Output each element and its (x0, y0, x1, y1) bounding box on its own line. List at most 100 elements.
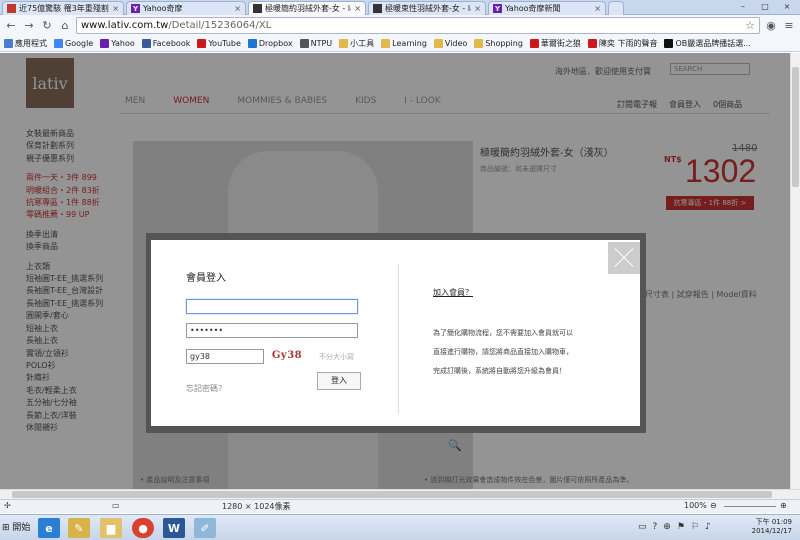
close-icon[interactable] (608, 242, 640, 274)
new-tab-button[interactable] (608, 1, 624, 15)
browser-tab[interactable]: Y Yahoo奇摩新聞 × (488, 1, 606, 15)
clock-date: 2014/12/17 (751, 527, 792, 535)
login-title: 會員登入 (186, 273, 226, 284)
help-icon[interactable]: ? (653, 522, 658, 532)
folder-icon (433, 39, 443, 48)
tab-close-icon[interactable]: × (112, 4, 119, 13)
zoom-level: 100% (684, 501, 707, 510)
bookmark-item[interactable]: NTPU (299, 39, 332, 48)
word-icon[interactable]: W (163, 518, 185, 538)
forward-arrow-icon[interactable]: → (22, 19, 36, 33)
facebook-icon (141, 39, 151, 48)
start-button[interactable]: ⊞ 開始 (2, 520, 30, 533)
zoom-in-icon[interactable]: ⊕ (780, 501, 787, 510)
bookmark-item[interactable]: OB嚴選品牌播話選... (664, 38, 751, 49)
chrome-icon[interactable]: ● (132, 518, 154, 538)
tab-favicon-icon (7, 4, 16, 13)
tab-close-icon[interactable]: × (234, 4, 241, 13)
captcha-input[interactable]: gy38 (186, 349, 264, 364)
ob-icon (664, 39, 674, 48)
bookmark-item[interactable]: Facebook (141, 39, 190, 48)
horizontal-scrollbar[interactable] (0, 489, 800, 499)
apps-icon (4, 39, 13, 48)
lativ-favicon-icon (373, 4, 382, 13)
flag-icon[interactable]: ⚑ (677, 522, 685, 532)
dropbox-icon (247, 39, 257, 48)
bookmark-item[interactable]: 小工具 (339, 38, 374, 49)
email-field[interactable] (186, 299, 358, 314)
bookmark-item[interactable]: 華爾街之狼 (529, 38, 581, 49)
folder-icon (339, 39, 349, 48)
bookmark-item[interactable]: Yahoo (100, 39, 135, 48)
windows-taskbar: ⊞ 開始 e ✎ ▆ ● W ✐ ▭ ? ⊕ ⚑ ⚐ ♪ 下午 01:09 20… (0, 514, 800, 540)
bookmark-item[interactable]: Video (433, 39, 467, 48)
ie-icon[interactable]: e (38, 518, 60, 538)
keyboard-icon[interactable]: ▭ (638, 522, 647, 532)
modal-divider (398, 264, 399, 414)
browser-tab[interactable]: Y Yahoo奇摩 × (126, 1, 246, 15)
vertical-scrollbar[interactable] (790, 53, 800, 489)
scroll-thumb[interactable] (12, 491, 772, 498)
bookmark-star-icon[interactable]: ☆ (745, 19, 755, 32)
tab-close-icon[interactable]: × (354, 4, 361, 13)
youtube-icon (587, 39, 597, 48)
maximize-icon[interactable]: □ (754, 1, 776, 13)
lativ-favicon-icon (253, 4, 262, 13)
folder-icon (474, 39, 484, 48)
bookmark-item[interactable]: Shopping (474, 39, 523, 48)
extension-eye-icon[interactable]: ◉ (764, 19, 778, 33)
clock-time: 下午 01:09 (755, 518, 792, 526)
browser-tab-active[interactable]: 極暖簡約羽絨外套-女 - lat × (248, 1, 366, 15)
zoom-out-icon[interactable]: ⊖ (710, 501, 717, 510)
folder-icon (381, 39, 391, 48)
page-viewport: lativ 海外地區．歡迎使用支付寶 SEARCH MEN WOMEN MOMM… (0, 53, 790, 489)
join-member-link[interactable]: 加入會員？ (433, 287, 473, 298)
back-arrow-icon[interactable]: ← (4, 19, 18, 33)
flag-icon[interactable]: ⚐ (691, 522, 699, 532)
youtube-icon (197, 39, 207, 48)
browser-toolbar: ← → ↻ ⌂ www.lativ.com.tw/Detail/15236064… (0, 15, 800, 36)
close-window-icon[interactable]: × (776, 1, 798, 13)
network-icon[interactable]: ⊕ (663, 522, 671, 532)
pen-tool-icon[interactable]: ✎ (68, 518, 90, 538)
google-icon (54, 39, 63, 48)
paint-icon[interactable]: ✐ (194, 518, 216, 538)
frame-icon: ▭ (112, 501, 120, 510)
yahoo-icon (100, 39, 110, 48)
taskbar-clock[interactable]: 下午 01:09 2014/12/17 (736, 518, 792, 536)
bookmark-item[interactable]: Learning (381, 39, 427, 48)
reload-icon[interactable]: ↻ (40, 19, 54, 33)
home-icon[interactable]: ⌂ (58, 19, 72, 33)
login-button[interactable]: 登入 (317, 372, 361, 390)
browser-tab[interactable]: 近75億驚駭 罹3年重殘割... × (2, 1, 124, 15)
url-host: www.lativ.com.tw (81, 20, 169, 31)
bookmark-item[interactable]: 陳奕 下雨的聲音 (587, 38, 657, 49)
join-info-line: 完成訂購後，系統將自動將您升級為會員！ (433, 367, 566, 375)
login-modal: 會員登入 ••••••• gy38 Gy38 不分大小寫 忘記密碼？ 登入 加入… (151, 240, 640, 426)
bookmark-item[interactable]: Dropbox (247, 39, 293, 48)
captcha-image[interactable]: Gy38 (269, 348, 305, 364)
status-bar: ✢ ▭ 1280 × 1024像素 100% ⊖ ⊕ (0, 499, 800, 513)
bookmark-item[interactable]: YouTube (197, 39, 241, 48)
menu-icon[interactable]: ≡ (782, 19, 796, 33)
folder-icon[interactable]: ▆ (100, 518, 122, 538)
browser-tab[interactable]: 極暖束性羽絨外套-女 - la × (368, 1, 486, 15)
tab-strip: 近75億驚駭 罹3年重殘割... × Y Yahoo奇摩 × 極暖簡約羽絨外套-… (0, 0, 800, 15)
minimize-icon[interactable]: – (732, 1, 754, 13)
zoom-slider[interactable] (724, 506, 776, 507)
window-controls: – □ × (732, 1, 798, 13)
bookmark-item[interactable]: 應用程式 (4, 38, 47, 49)
login-modal-frame: 會員登入 ••••••• gy38 Gy38 不分大小寫 忘記密碼？ 登入 加入… (146, 233, 646, 433)
scroll-thumb[interactable] (792, 67, 799, 187)
image-size: 1280 × 1024像素 (222, 502, 291, 511)
tab-close-icon[interactable]: × (594, 4, 601, 13)
password-field[interactable]: ••••••• (186, 323, 358, 338)
bookmark-item[interactable]: Google (54, 39, 93, 48)
join-info-line: 直接進行購物，請您將商品直接加入購物車， (433, 348, 573, 356)
forgot-password-link[interactable]: 忘記密碼？ (186, 383, 226, 394)
windows-logo-icon: ⊞ (2, 523, 10, 533)
tab-close-icon[interactable]: × (474, 4, 481, 13)
volume-icon[interactable]: ♪ (705, 522, 711, 532)
address-bar[interactable]: www.lativ.com.tw/Detail/15236064/XL ☆ (76, 17, 760, 34)
captcha-hint: 不分大小寫 (319, 353, 354, 361)
